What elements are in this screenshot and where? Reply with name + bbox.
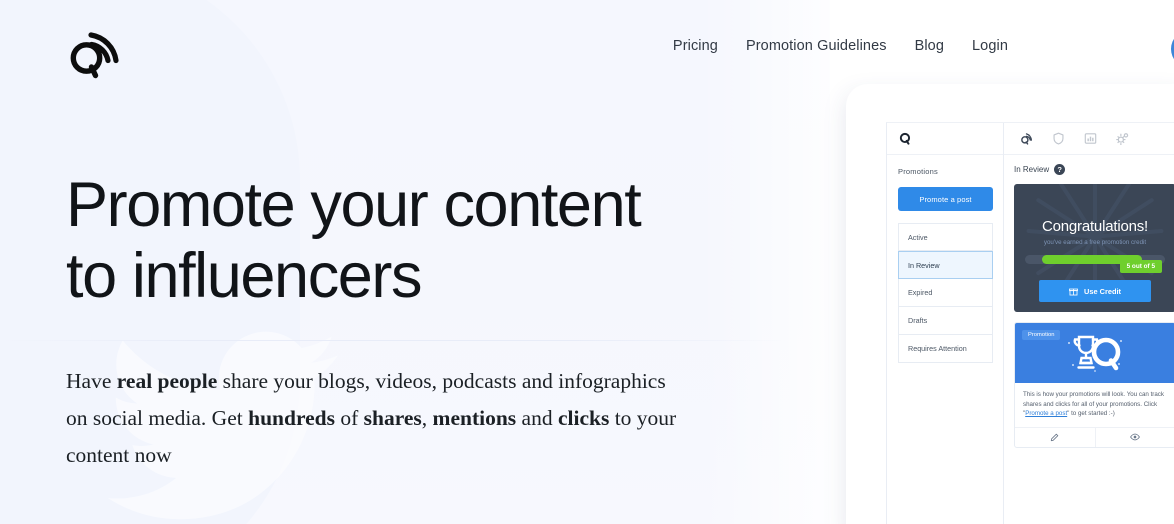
congratulations-card: Congratulations! you've earned a free pr…	[1014, 184, 1174, 312]
shield-icon[interactable]	[1052, 132, 1065, 145]
nav-links: Pricing Promotion Guidelines Blog Login	[673, 38, 1008, 54]
promote-a-post-button[interactable]: Promote a post	[898, 187, 993, 211]
hero-subtitle: Have real people share your blogs, video…	[66, 369, 677, 468]
starburst-decoration	[1026, 184, 1164, 290]
trophy-and-q-icon	[1068, 335, 1122, 372]
promotion-description: This is how your promotions will look. Y…	[1023, 391, 1164, 418]
promotion-banner: Promotion	[1015, 323, 1174, 383]
app-mockup: Promotions Promote a post Active In Revi…	[886, 122, 1174, 524]
sidebar-item-drafts[interactable]: Drafts	[898, 307, 993, 335]
in-review-header: In Review ?	[1014, 164, 1174, 175]
hero-section: Promote your content to influencers Have…	[66, 170, 826, 475]
hero-subtitle-emphasis: real people	[116, 369, 218, 394]
promotion-actions	[1015, 426, 1174, 447]
nav-link-login[interactable]: Login	[972, 38, 1008, 54]
q-broadcast-icon[interactable]	[1020, 132, 1033, 145]
site-header: Pricing Promotion Guidelines Blog Login …	[0, 0, 1174, 100]
congratulations-subtitle: you've earned a free promotion credit	[1043, 239, 1147, 246]
use-credit-label: Use Credit	[1084, 286, 1121, 296]
congratulations-title: Congratulations!	[1041, 218, 1149, 235]
page-title: Promote your content to influencers	[66, 170, 642, 311]
promotion-tag: Promotion	[1022, 330, 1061, 340]
app-sidebar-body: Promotions Promote a post Active In Revi…	[887, 155, 1003, 363]
sidebar-item-in-review[interactable]: In Review	[898, 251, 993, 279]
edit-pencil-icon[interactable]	[1015, 428, 1095, 447]
sidebar-item-active[interactable]: Active	[898, 223, 993, 251]
preview-eye-icon[interactable]	[1094, 427, 1174, 447]
q-broadcast-logo[interactable]	[66, 27, 122, 79]
promote-a-post-link[interactable]: Promote a post	[1025, 410, 1067, 417]
q-logo[interactable]	[899, 132, 912, 145]
help-question-icon[interactable]: ?	[1054, 164, 1066, 175]
promotion-card: Promotion This is how your promotions wi…	[1014, 322, 1174, 448]
hero-subtitle-emphasis: shares	[363, 406, 422, 431]
app-sidebar-header	[887, 123, 1003, 155]
nav-link-promotion-guidelines[interactable]: Promotion Guidelines	[746, 38, 887, 54]
credits-count-badge: 5 out of 5	[1119, 260, 1162, 273]
bar-chart-icon[interactable]	[1084, 132, 1097, 145]
promotions-filter-list: Active In Review Expired Drafts Requires…	[898, 223, 993, 363]
hero-subtitle-emphasis: mentions	[432, 406, 517, 431]
sidebar-item-expired[interactable]: Expired	[898, 279, 993, 307]
use-credit-button[interactable]: Use Credit	[1039, 280, 1151, 302]
app-content: In Review ? Congratulations! you've earn…	[1004, 155, 1174, 524]
app-sidebar: Promotions Promote a post Active In Revi…	[887, 123, 1004, 524]
hero-subtitle-emphasis: clicks	[557, 406, 610, 431]
hero-subtitle-emphasis: hundreds	[248, 406, 335, 431]
settings-gears-icon[interactable]	[1116, 132, 1129, 145]
app-toolbar	[1004, 123, 1174, 155]
nav-link-pricing[interactable]: Pricing	[673, 38, 718, 54]
promotions-section-label: Promotions	[898, 167, 938, 176]
nav-link-blog[interactable]: Blog	[915, 38, 944, 54]
sidebar-item-requires-attention[interactable]: Requires Attention	[898, 335, 993, 363]
section-title-in-review: In Review	[1014, 165, 1050, 174]
app-main-panel: In Review ? Congratulations! you've earn…	[1004, 123, 1174, 524]
gift-icon	[1069, 288, 1078, 295]
